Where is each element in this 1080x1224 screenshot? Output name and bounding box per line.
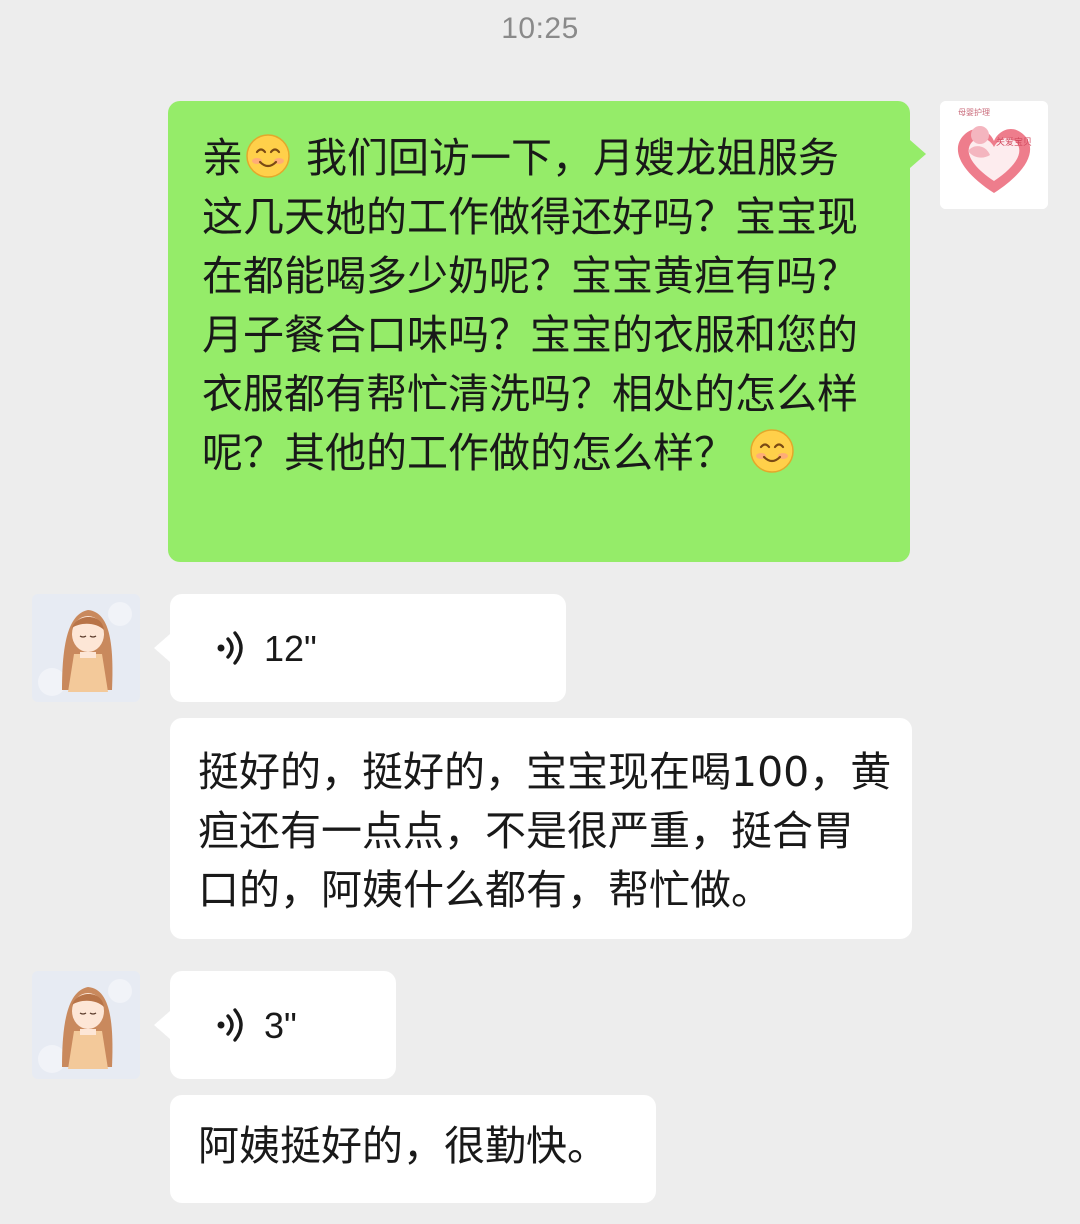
voice-wave-icon <box>217 631 243 665</box>
message-text: 亲 <box>202 134 243 182</box>
bubble-tail <box>910 140 926 168</box>
message-timestamp: 10:25 <box>501 12 579 45</box>
svg-text:关爱宝贝: 关爱宝贝 <box>996 136 1032 148</box>
message-text: 我们回访一下，月嫂龙姐服务这几天她的工作做得还好吗？宝宝现在都能喝多少奶呢？宝宝… <box>202 134 858 477</box>
smile-emoji-icon <box>246 134 290 178</box>
svg-text:母婴护理: 母婴护理 <box>958 107 990 117</box>
girl-avatar-icon <box>32 594 140 702</box>
bubble-tail <box>154 1011 170 1039</box>
outgoing-message-bubble[interactable]: 亲 我们回访一下，月嫂龙姐服务这几天她的工作做得还好吗？宝宝现在都能喝多少奶呢？… <box>168 101 910 562</box>
girl-avatar-icon <box>32 971 140 1079</box>
heart-logo-icon: 母婴护理 关爱宝贝 <box>940 101 1048 209</box>
voice-message-bubble[interactable]: 3" <box>170 971 396 1079</box>
voice-message-bubble[interactable]: 12" <box>170 594 566 702</box>
contact-avatar[interactable] <box>32 971 140 1079</box>
contact-avatar[interactable] <box>32 594 140 702</box>
message-text: 挺好的，挺好的，宝宝现在喝100，黄疸还有一点点，不是很严重，挺合胃口的，阿姨什… <box>198 748 892 914</box>
bubble-tail <box>154 634 170 662</box>
message-text: 阿姨挺好的，很勤快。 <box>198 1122 608 1170</box>
voice-duration: 3" <box>264 1004 297 1046</box>
smile-emoji-icon <box>750 429 794 473</box>
incoming-message-bubble[interactable]: 挺好的，挺好的，宝宝现在喝100，黄疸还有一点点，不是很严重，挺合胃口的，阿姨什… <box>170 718 912 939</box>
voice-wave-icon <box>217 1008 243 1042</box>
voice-duration: 12" <box>264 627 317 669</box>
self-avatar[interactable]: 母婴护理 关爱宝贝 <box>940 101 1048 209</box>
incoming-message-bubble[interactable]: 阿姨挺好的，很勤快。 <box>170 1095 656 1203</box>
